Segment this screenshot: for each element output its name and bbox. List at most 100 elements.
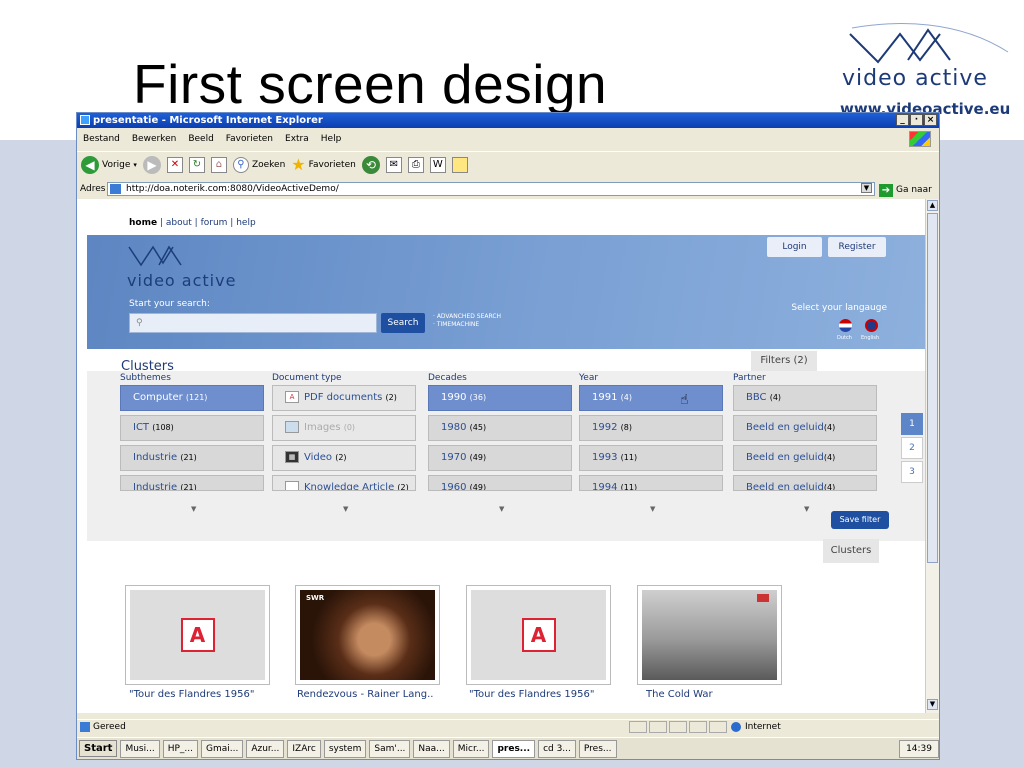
start-button[interactable]: Start: [79, 740, 118, 757]
result-thumbnail[interactable]: [637, 585, 782, 685]
filter-cell[interactable]: 1991 (4) ☝: [579, 385, 723, 411]
taskbar-item[interactable]: Naa...: [413, 739, 450, 758]
refresh-icon[interactable]: ↻: [188, 156, 205, 173]
login-button[interactable]: Login: [767, 237, 822, 257]
filter-cell[interactable]: Beeld en geluid(4): [733, 475, 877, 491]
scroll-down-icon[interactable]: ▼: [499, 505, 504, 513]
result-caption[interactable]: "Tour des Flandres 1956": [469, 689, 629, 700]
filter-cell[interactable]: 1970 (49): [428, 445, 572, 471]
result-caption[interactable]: "Tour des Flandres 1956": [129, 689, 289, 700]
taskbar-item[interactable]: Gmai...: [200, 739, 244, 758]
taskbar-item[interactable]: Pres...: [578, 739, 617, 758]
menu-help[interactable]: Help: [321, 131, 342, 147]
english-label: English: [861, 335, 880, 341]
forward-arrow-icon[interactable]: ▶: [142, 155, 161, 174]
menu-bewerken[interactable]: Bewerken: [132, 131, 176, 147]
page-2-button[interactable]: 2: [901, 437, 923, 459]
timemachine-link[interactable]: · TIMEMACHINE: [433, 321, 501, 329]
taskbar-item-active[interactable]: pres...: [492, 739, 536, 758]
back-button[interactable]: ◀ Vorige ▾: [81, 155, 137, 174]
nav-home[interactable]: home: [129, 218, 157, 228]
taskbar-item[interactable]: Sam'...: [369, 739, 411, 758]
filter-cell[interactable]: 1960 (49): [428, 475, 572, 491]
address-bar: Adres http://doa.noterik.com:8080/VideoA…: [77, 181, 939, 197]
scroll-down-icon[interactable]: ▼: [650, 505, 655, 513]
menu-extra[interactable]: Extra: [285, 131, 309, 147]
filter-cell[interactable]: Computer (121): [120, 385, 264, 411]
filter-cell[interactable]: 1993 (11): [579, 445, 723, 471]
back-dropdown-icon[interactable]: ▾: [133, 161, 137, 169]
notes-icon[interactable]: [451, 156, 468, 173]
history-icon[interactable]: ⟲: [361, 155, 380, 174]
filter-cell[interactable]: ▦ Video (2): [272, 445, 416, 471]
vertical-scroll-thumb[interactable]: [927, 213, 938, 563]
filter-cell[interactable]: 1992 (8): [579, 415, 723, 441]
taskbar-item[interactable]: Musi...: [120, 739, 160, 758]
column-subthemes: Subthemes Computer (121) ICT (108) Indus…: [120, 371, 264, 495]
minimize-button[interactable]: _: [896, 114, 909, 126]
search-links: · ADVANCHED SEARCH · TIMEMACHINE: [433, 313, 501, 329]
clusters-tab[interactable]: Clusters: [823, 539, 879, 563]
menu-beeld[interactable]: Beeld: [188, 131, 213, 147]
save-filter-button[interactable]: Save filter: [831, 511, 889, 529]
taskbar-item[interactable]: Micr...: [452, 739, 490, 758]
register-button[interactable]: Register: [828, 237, 886, 257]
filter-cell[interactable]: 1990 (36): [428, 385, 572, 411]
filters-tab[interactable]: Filters (2): [751, 351, 817, 371]
address-dropdown-icon[interactable]: ▼: [861, 183, 872, 193]
english-flag-icon[interactable]: [865, 319, 878, 332]
filter-cell[interactable]: 1980 (45): [428, 415, 572, 441]
scroll-up-icon[interactable]: ▲: [927, 200, 938, 211]
print-icon[interactable]: ⎙: [407, 156, 424, 173]
result-thumbnail[interactable]: A: [125, 585, 270, 685]
favorites-button[interactable]: ★ Favorieten: [291, 155, 356, 174]
scroll-down-icon[interactable]: ▼: [191, 505, 196, 513]
home-icon[interactable]: ⌂: [210, 156, 227, 173]
taskbar-item[interactable]: HP_...: [162, 739, 198, 758]
page-1-button[interactable]: 1: [901, 413, 923, 435]
edit-icon[interactable]: W: [429, 156, 446, 173]
site-search-input[interactable]: ⚲: [129, 313, 377, 333]
result-caption[interactable]: The Cold War: [646, 689, 806, 700]
filter-cell[interactable]: 1994 (11): [579, 475, 723, 491]
result-thumbnail[interactable]: A: [466, 585, 611, 685]
nav-forum[interactable]: forum: [201, 218, 228, 228]
stop-icon[interactable]: ✕: [166, 156, 183, 173]
column-title: Partner: [733, 373, 766, 383]
vertical-scrollbar[interactable]: ▲ ▼: [925, 199, 939, 713]
filter-cell[interactable]: Beeld en geluid(4): [733, 445, 877, 471]
scroll-down-icon[interactable]: ▼: [804, 505, 809, 513]
taskbar-item[interactable]: IZArc: [287, 739, 321, 758]
filter-cell[interactable]: Beeld en geluid(4): [733, 415, 877, 441]
dutch-flag-icon[interactable]: [839, 319, 852, 332]
result-caption[interactable]: Rendezvous - Rainer Lang..: [297, 689, 457, 700]
taskbar-item[interactable]: Azur...: [246, 739, 285, 758]
filter-cell[interactable]: Industrie (21): [120, 445, 264, 471]
filter-cell[interactable]: ICT (108): [120, 415, 264, 441]
address-input[interactable]: http://doa.noterik.com:8080/VideoActiveD…: [107, 182, 875, 196]
window-titlebar[interactable]: presentatie - Microsoft Internet Explore…: [77, 113, 939, 128]
site-search-button[interactable]: Search: [381, 313, 425, 333]
filter-cell[interactable]: Industrie (21): [120, 475, 264, 491]
go-button[interactable]: ➔ Ga naar: [879, 182, 932, 198]
mail-icon[interactable]: ✉: [385, 156, 402, 173]
image-icon: [285, 421, 299, 433]
system-clock[interactable]: 14:39: [899, 739, 939, 758]
filter-cell[interactable]: BBC (4): [733, 385, 877, 411]
maximize-button[interactable]: ·: [910, 114, 923, 126]
page-3-button[interactable]: 3: [901, 461, 923, 483]
nav-help[interactable]: help: [236, 218, 255, 228]
filter-cell[interactable]: A PDF documents (2): [272, 385, 416, 411]
scroll-down-icon[interactable]: ▼: [343, 505, 348, 513]
search-button[interactable]: ⚲ Zoeken: [232, 156, 285, 173]
advanced-search-link[interactable]: · ADVANCHED SEARCH: [433, 313, 501, 321]
close-button[interactable]: ×: [924, 114, 937, 126]
menu-favorieten[interactable]: Favorieten: [226, 131, 273, 147]
nav-about[interactable]: about: [166, 218, 192, 228]
result-thumbnail[interactable]: SWR: [295, 585, 440, 685]
taskbar-item[interactable]: cd 3...: [538, 739, 576, 758]
filter-cell[interactable]: Knowledge Article (2): [272, 475, 416, 491]
scroll-down-arrow-icon[interactable]: ▼: [927, 699, 938, 710]
menu-bestand[interactable]: Bestand: [83, 131, 120, 147]
taskbar-item[interactable]: system: [323, 739, 367, 758]
